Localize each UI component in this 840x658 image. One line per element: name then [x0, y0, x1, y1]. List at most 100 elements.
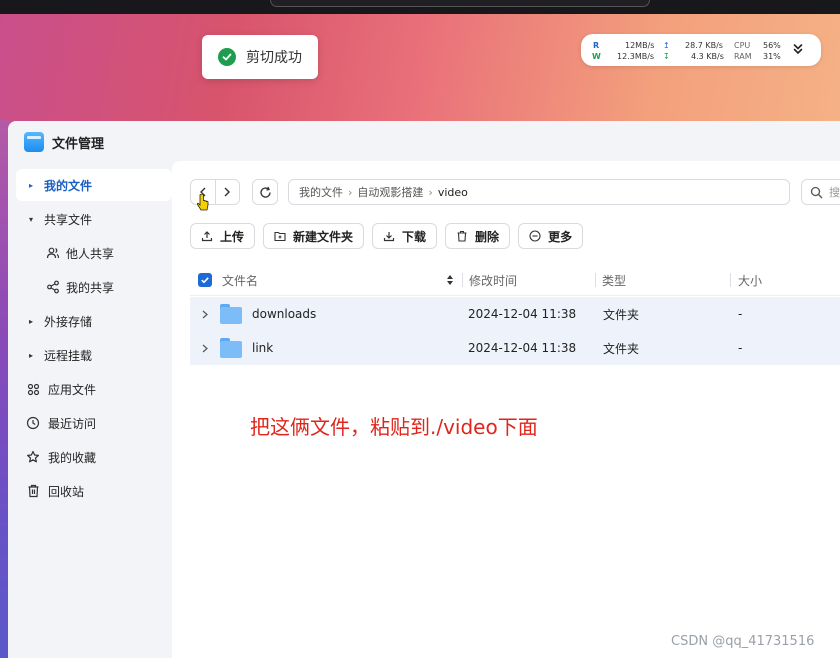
users-icon: [46, 246, 60, 260]
toolbar: 上传 新建文件夹 下载 删除 更多: [190, 223, 584, 249]
search-placeholder: 搜: [829, 186, 840, 199]
download-icon: [383, 232, 395, 242]
more-icon: [529, 230, 541, 242]
caret-down-icon: ▾: [28, 214, 33, 224]
download-net-speed: 4.3 KB/s: [691, 52, 724, 61]
expand-chevron-icon[interactable]: [202, 297, 208, 331]
sidebar-item-favorites[interactable]: 我的收藏: [16, 441, 172, 473]
file-modified: 2024-12-04 11:38: [468, 341, 577, 355]
breadcrumb-item[interactable]: 我的文件: [299, 184, 343, 200]
upload-button[interactable]: 上传: [190, 223, 256, 249]
column-divider: [730, 273, 731, 287]
sidebar-item-label: 外接存储: [44, 314, 93, 329]
sidebar: ▸ 我的文件 ▾ 共享文件 他人共享 我的共享 ▸ 外接存储 ▸ 远程挂载 应用…: [16, 169, 172, 509]
share-icon: [46, 280, 60, 294]
upload-arrow-icon: ↥: [663, 41, 670, 50]
sidebar-item-my-files[interactable]: ▸ 我的文件: [16, 169, 172, 201]
window-title-bar: 文件管理: [24, 131, 104, 153]
cpu-value: 56%: [763, 41, 781, 50]
file-name[interactable]: link: [252, 331, 273, 365]
forward-button[interactable]: [214, 180, 239, 204]
main-panel: 我的文件 › 自动观影搭建 › video 搜 上传 新建文件夹 下载 删除 更…: [172, 161, 840, 658]
expand-chevron-icon[interactable]: [202, 331, 208, 365]
search-input[interactable]: 搜: [801, 179, 840, 205]
sidebar-item-shared-by-others[interactable]: 他人共享: [16, 237, 172, 269]
sidebar-item-label: 他人共享: [66, 246, 115, 261]
download-label: 下载: [402, 229, 427, 244]
hand-cursor-icon: [196, 193, 209, 218]
sidebar-item-remote-mount[interactable]: ▸ 远程挂载: [16, 339, 172, 371]
new-folder-label: 新建文件夹: [293, 229, 354, 244]
sort-icon[interactable]: [446, 264, 454, 296]
table-row[interactable]: link 2024-12-04 11:38 文件夹 -: [190, 331, 840, 365]
file-type: 文件夹: [603, 307, 640, 322]
column-header-size[interactable]: 大小: [738, 264, 762, 296]
refresh-button[interactable]: [252, 179, 278, 205]
folder-icon: [220, 331, 242, 365]
column-header-modified[interactable]: 修改时间: [469, 264, 517, 296]
caret-right-icon: ▸: [28, 350, 33, 360]
file-name[interactable]: downloads: [252, 297, 316, 331]
read-label: R: [593, 41, 600, 50]
upload-net-speed: 28.7 KB/s: [685, 41, 723, 50]
table-header: 文件名 修改时间 类型 大小: [190, 264, 840, 296]
system-stats-widget[interactable]: R 12MB/s ↥ 28.7 KB/s CPU 56% W 12.3MB/s …: [581, 34, 821, 66]
refresh-icon: [259, 186, 271, 198]
annotation-text: 把这俩文件，粘贴到./video下面: [250, 415, 538, 439]
write-speed: 12.3MB/s: [617, 52, 655, 61]
sidebar-item-app-files[interactable]: 应用文件: [16, 373, 172, 405]
breadcrumb-separator: ›: [348, 185, 353, 199]
more-label: 更多: [548, 229, 573, 244]
delete-label: 删除: [475, 229, 500, 244]
sidebar-item-external-storage[interactable]: ▸ 外接存储: [16, 305, 172, 337]
column-header-name[interactable]: 文件名: [222, 264, 258, 296]
caret-right-icon: ▸: [28, 180, 33, 190]
ram-label: RAM: [734, 52, 752, 61]
breadcrumb-item[interactable]: 自动观影搭建: [357, 184, 423, 200]
sidebar-item-label: 共享文件: [44, 212, 93, 227]
column-header-type[interactable]: 类型: [602, 264, 626, 296]
toast-text: 剪切成功: [246, 50, 302, 66]
breadcrumb-separator: ›: [428, 185, 433, 199]
new-folder-button[interactable]: 新建文件夹: [263, 223, 365, 249]
trash-icon: [457, 230, 467, 242]
breadcrumb-current[interactable]: video: [438, 186, 468, 199]
download-button[interactable]: 下载: [372, 223, 438, 249]
breadcrumb[interactable]: 我的文件 › 自动观影搭建 › video: [288, 179, 790, 205]
window-title: 文件管理: [52, 136, 105, 152]
top-bezel: [0, 0, 840, 14]
sidebar-item-label: 应用文件: [48, 382, 97, 397]
sidebar-item-label: 我的文件: [44, 178, 93, 193]
sidebar-item-label: 我的共享: [66, 280, 115, 295]
write-label: W: [592, 52, 601, 61]
sidebar-item-recycle-bin[interactable]: 回收站: [16, 475, 172, 507]
caret-right-icon: ▸: [28, 316, 33, 326]
sidebar-item-label: 最近访问: [48, 416, 97, 431]
column-divider: [595, 273, 596, 287]
file-manager-window: 文件管理 ▸ 我的文件 ▾ 共享文件 他人共享 我的共享 ▸ 外接存储 ▸ 远程…: [8, 121, 840, 658]
checkbox-checked-icon: [198, 273, 212, 287]
more-button[interactable]: 更多: [518, 223, 584, 249]
sidebar-item-shared-files[interactable]: ▾ 共享文件: [16, 203, 172, 235]
folder-plus-icon: [274, 231, 286, 242]
toast-notification: 剪切成功: [202, 35, 318, 79]
sidebar-item-recent[interactable]: 最近访问: [16, 407, 172, 439]
sidebar-item-label: 远程挂载: [44, 348, 93, 363]
file-modified: 2024-12-04 11:38: [468, 307, 577, 321]
star-icon: [26, 450, 40, 464]
sidebar-item-label: 回收站: [48, 484, 85, 499]
double-chevron-down-icon[interactable]: [793, 43, 803, 58]
clock-icon: [26, 416, 40, 430]
table-row[interactable]: downloads 2024-12-04 11:38 文件夹 -: [190, 297, 840, 331]
search-icon: [810, 186, 823, 198]
sidebar-item-label: 我的收藏: [48, 450, 97, 465]
delete-button[interactable]: 删除: [445, 223, 511, 249]
cpu-label: CPU: [734, 41, 751, 50]
apps-grid-icon: [26, 382, 40, 396]
upload-icon: [201, 231, 213, 242]
select-all-checkbox[interactable]: [198, 264, 212, 296]
ram-value: 31%: [763, 52, 781, 61]
file-manager-app-icon: [24, 132, 44, 152]
read-speed: 12MB/s: [625, 41, 655, 50]
sidebar-item-my-shares[interactable]: 我的共享: [16, 271, 172, 303]
